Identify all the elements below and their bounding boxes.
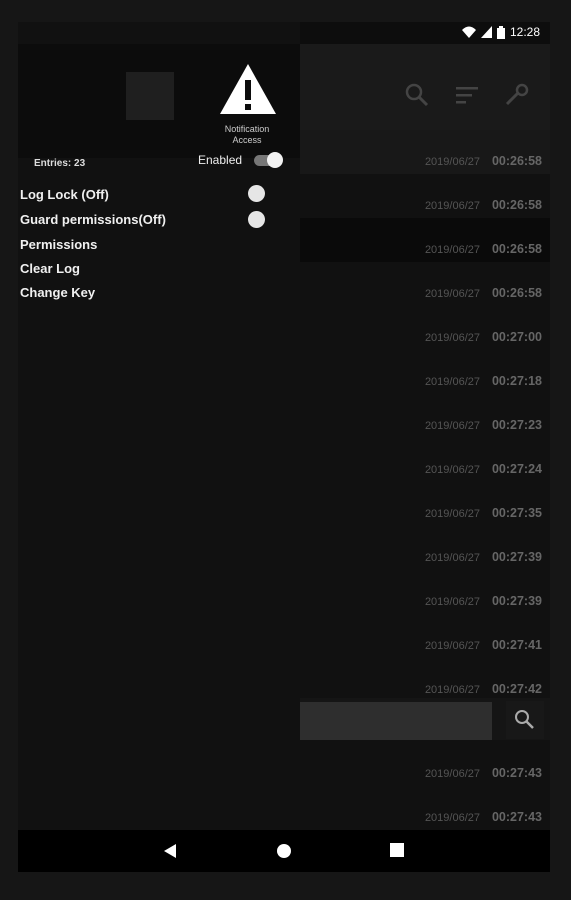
log-lock-radio[interactable] [248,185,265,202]
log-time: 00:27:43 [491,766,542,780]
entries-count: Entries: 23 [34,158,86,169]
log-time: 00:26:58 [491,154,542,168]
log-time: 00:27:24 [491,462,542,476]
log-time: 00:26:58 [491,286,542,300]
log-time: 00:27:23 [491,418,542,432]
notification-label-line1: Notification [224,124,270,134]
menu-item-change-key[interactable]: Change Key [20,285,95,300]
toggle-thumb [267,152,283,168]
app-logo-icon [126,72,174,120]
menu-item-guard-permissions[interactable]: Guard permissions(Off) [20,212,166,227]
notification-access-label: Notification Access [214,124,280,146]
log-date: 2019/06/27 [424,596,480,608]
log-time: 00:27:18 [491,374,542,388]
recents-icon[interactable] [390,843,404,857]
log-date: 2019/06/27 [424,156,480,168]
guard-permissions-radio[interactable] [248,211,265,228]
log-time: 00:27:41 [491,638,542,652]
log-date: 2019/06/27 [424,464,480,476]
log-time: 00:27:35 [491,506,542,520]
drawer-header: Notification Access Entries: 23 Enabled [18,44,300,169]
wifi-icon [461,26,476,38]
menu-item-clear-log[interactable]: Clear Log [20,261,80,276]
log-time: 00:27:00 [491,330,542,344]
sort-icon[interactable] [454,82,480,108]
signal-icon [480,26,492,38]
enabled-label: Enabled [198,153,243,167]
log-date: 2019/06/27 [424,244,480,256]
home-icon[interactable] [276,843,292,859]
battery-icon [496,25,505,39]
log-time: 00:26:58 [491,198,542,212]
log-date: 2019/06/27 [424,684,480,696]
enabled-toggle[interactable] [254,152,284,168]
device-screen: 12:28 2019/06/27 00:26:58 2019/06/27 00:… [18,22,550,872]
menu-item-log-lock[interactable]: Log Lock (Off) [20,187,109,202]
log-date: 2019/06/27 [424,768,480,780]
log-date: 2019/06/27 [424,420,480,432]
log-date: 2019/06/27 [424,812,480,824]
search-button[interactable] [506,701,544,739]
log-date: 2019/06/27 [424,332,480,344]
log-date: 2019/06/27 [424,288,480,300]
menu-item-permissions[interactable]: Permissions [20,237,97,252]
warning-icon[interactable] [218,62,278,116]
back-icon[interactable] [163,843,177,859]
clock: 12:28 [509,25,540,39]
log-time: 00:27:39 [491,594,542,608]
log-date: 2019/06/27 [424,508,480,520]
notification-label-line2: Access [232,135,262,145]
log-date: 2019/06/27 [424,640,480,652]
system-nav-bar [18,830,550,872]
log-time: 00:27:39 [491,550,542,564]
log-date: 2019/06/27 [424,376,480,388]
log-date: 2019/06/27 [424,200,480,212]
wrench-icon[interactable] [504,82,530,108]
log-time: 00:27:43 [491,810,542,824]
log-date: 2019/06/27 [424,552,480,564]
search-icon[interactable] [404,82,430,108]
navigation-drawer: Notification Access Entries: 23 Enabled … [18,22,300,830]
log-time: 00:27:42 [491,682,542,696]
search-icon [515,710,534,729]
log-time: 00:26:58 [491,242,542,256]
